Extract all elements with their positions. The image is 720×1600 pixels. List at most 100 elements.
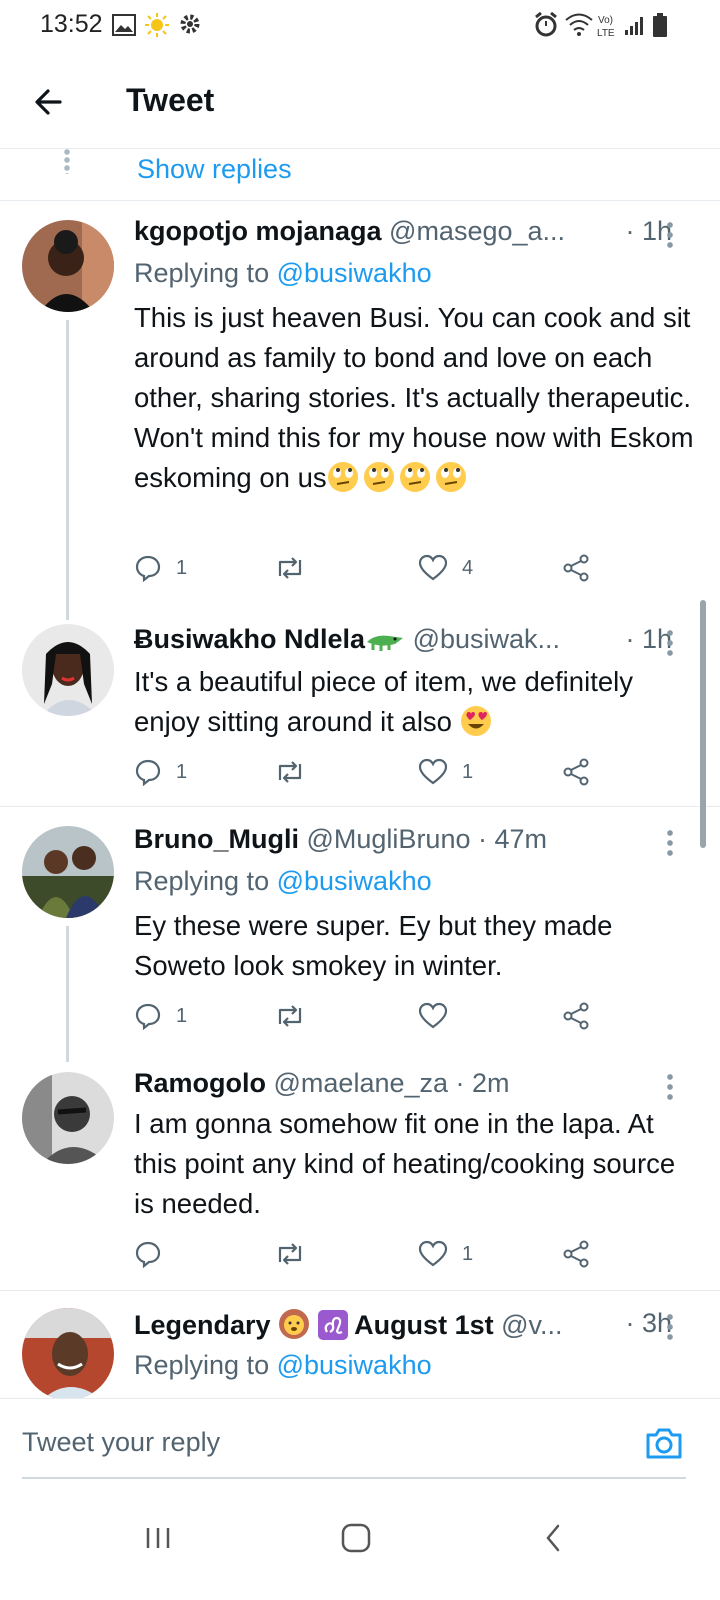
reply-button[interactable] — [134, 1234, 176, 1274]
avatar[interactable] — [22, 1072, 114, 1164]
svg-text:LTE: LTE — [597, 28, 615, 39]
signal-icon — [625, 17, 643, 35]
avatar[interactable] — [22, 220, 114, 312]
camera-icon[interactable] — [644, 1423, 684, 1463]
scrollbar[interactable] — [700, 600, 706, 848]
share-icon — [563, 554, 589, 582]
system-nav-bar — [0, 1478, 720, 1600]
retweet-icon — [278, 1243, 302, 1265]
rolling-eyes-emoji-icon — [327, 462, 358, 492]
reply-icon — [135, 1003, 161, 1030]
more-options-icon[interactable] — [660, 828, 680, 858]
reply-tweet[interactable]: Bruno_Mugli @MugliBruno · 47m Replying t… — [0, 808, 720, 1062]
handle: @v... — [501, 1310, 563, 1340]
share-button[interactable] — [562, 752, 590, 792]
reply-tweet[interactable]: Ramogolo @maelane_za · 2m I am gonna som… — [0, 1056, 720, 1291]
thread-line — [66, 320, 69, 620]
like-count: 1 — [462, 760, 474, 783]
retweet-button[interactable] — [274, 752, 320, 792]
heart-icon — [418, 758, 448, 785]
leo-zodiac-icon — [317, 1310, 348, 1340]
reply-button[interactable]: 1 — [134, 996, 187, 1036]
reply-icon — [135, 1241, 161, 1268]
handle: @masego_a... — [389, 216, 566, 246]
thread-dots — [64, 148, 70, 174]
rolling-eyes-emoji-icon — [435, 462, 466, 492]
tweet-text: Ey these were super. Ey but they made So… — [134, 910, 613, 981]
rolling-eyes-emoji-icon — [363, 462, 394, 492]
reply-icon — [135, 759, 161, 786]
like-count: 1 — [462, 1242, 474, 1265]
show-replies-row: Show replies — [0, 148, 720, 201]
reply-button[interactable]: 1 — [134, 548, 187, 588]
retweet-icon — [278, 557, 302, 579]
handle: @MugliBruno · 47m — [306, 824, 548, 854]
wifi-icon — [565, 13, 593, 36]
reply-tweet[interactable]: Legendary August 1st @v... · 3h Replying… — [0, 1292, 720, 1398]
replying-to-handle[interactable]: @busiwakho — [277, 1350, 432, 1380]
like-button[interactable]: 1 — [418, 1234, 473, 1274]
share-button[interactable] — [562, 548, 590, 588]
retweet-button[interactable] — [274, 1234, 320, 1274]
display-name[interactable]: Ramogolo — [134, 1068, 266, 1098]
avatar[interactable] — [22, 1308, 114, 1398]
heart-eyes-emoji-icon — [460, 706, 491, 736]
reply-count: 1 — [176, 1004, 188, 1027]
page-title: Tweet — [126, 82, 215, 118]
like-button[interactable]: 1 — [418, 752, 473, 792]
more-options-icon[interactable] — [660, 1312, 680, 1342]
share-button[interactable] — [562, 1234, 590, 1274]
reply-composer: Tweet your reply — [0, 1398, 720, 1479]
heart-icon — [418, 1240, 448, 1267]
retweet-button[interactable] — [274, 548, 320, 588]
reply-icon — [135, 555, 161, 582]
show-replies-link[interactable]: Show replies — [137, 154, 292, 185]
status-bar: 13:52 Vo) LTE — [0, 0, 720, 52]
tweet-text: I am gonna somehow fit one in the lapa. … — [134, 1108, 676, 1219]
reply-count: 1 — [176, 760, 188, 783]
handle: @busiwak... — [412, 624, 561, 654]
replying-to: Replying to @busiwakho — [134, 1350, 432, 1380]
gallery-icon — [112, 14, 136, 36]
avatar[interactable] — [22, 624, 114, 716]
more-options-icon[interactable] — [660, 1072, 680, 1102]
replying-to-handle[interactable]: @busiwakho — [277, 866, 432, 896]
display-name[interactable]: Bruno_Mugli — [134, 824, 299, 854]
reply-button[interactable]: 1 — [134, 752, 187, 792]
tweet-text: It's a beautiful piece of item, we defin… — [134, 666, 633, 737]
share-icon — [563, 1002, 589, 1030]
display-name[interactable]: Ƀusiwakho Ndlela — [134, 624, 365, 654]
like-count: 4 — [462, 556, 474, 579]
recent-apps-icon[interactable] — [134, 1514, 182, 1562]
like-button[interactable] — [418, 996, 462, 1036]
top-app-bar: Tweet — [0, 52, 720, 149]
back-arrow-icon[interactable] — [30, 82, 70, 122]
heart-icon — [418, 1002, 448, 1029]
share-button[interactable] — [562, 996, 590, 1036]
heart-icon — [418, 554, 448, 581]
reply-tweet[interactable]: kgopotjo mojanaga @masego_a... · 1h Repl… — [0, 200, 720, 620]
thread-line — [66, 926, 69, 1062]
status-time: 13:52 — [40, 10, 103, 38]
tweet-text: This is just heaven Busi. You can cook a… — [134, 302, 694, 493]
reply-tweet[interactable]: Ƀusiwakho Ndlela @busiwak... · 1h It's a… — [0, 608, 720, 807]
retweet-button[interactable] — [274, 996, 320, 1036]
volte-icon: Vo) LTE — [597, 15, 615, 39]
retweet-icon — [278, 761, 302, 783]
like-button[interactable]: 4 — [418, 548, 473, 588]
tweet-actions: 1 4 — [134, 548, 604, 588]
display-name[interactable]: kgopotjo mojanaga — [134, 216, 382, 246]
home-icon[interactable] — [332, 1514, 380, 1562]
more-options-icon[interactable] — [660, 628, 680, 658]
more-options-icon[interactable] — [660, 220, 680, 250]
avatar[interactable] — [22, 826, 114, 918]
reply-input[interactable]: Tweet your reply — [22, 1427, 220, 1458]
tweet-actions: 1 — [134, 996, 604, 1036]
replying-to-handle[interactable]: @busiwakho — [277, 258, 432, 288]
retweet-icon — [278, 1005, 302, 1027]
back-nav-icon[interactable] — [530, 1514, 578, 1562]
display-name[interactable]: Legendary August 1st — [134, 1309, 494, 1340]
handle: @maelane_za · 2m — [273, 1068, 510, 1098]
share-icon — [563, 1240, 589, 1268]
reply-count: 1 — [176, 556, 188, 579]
